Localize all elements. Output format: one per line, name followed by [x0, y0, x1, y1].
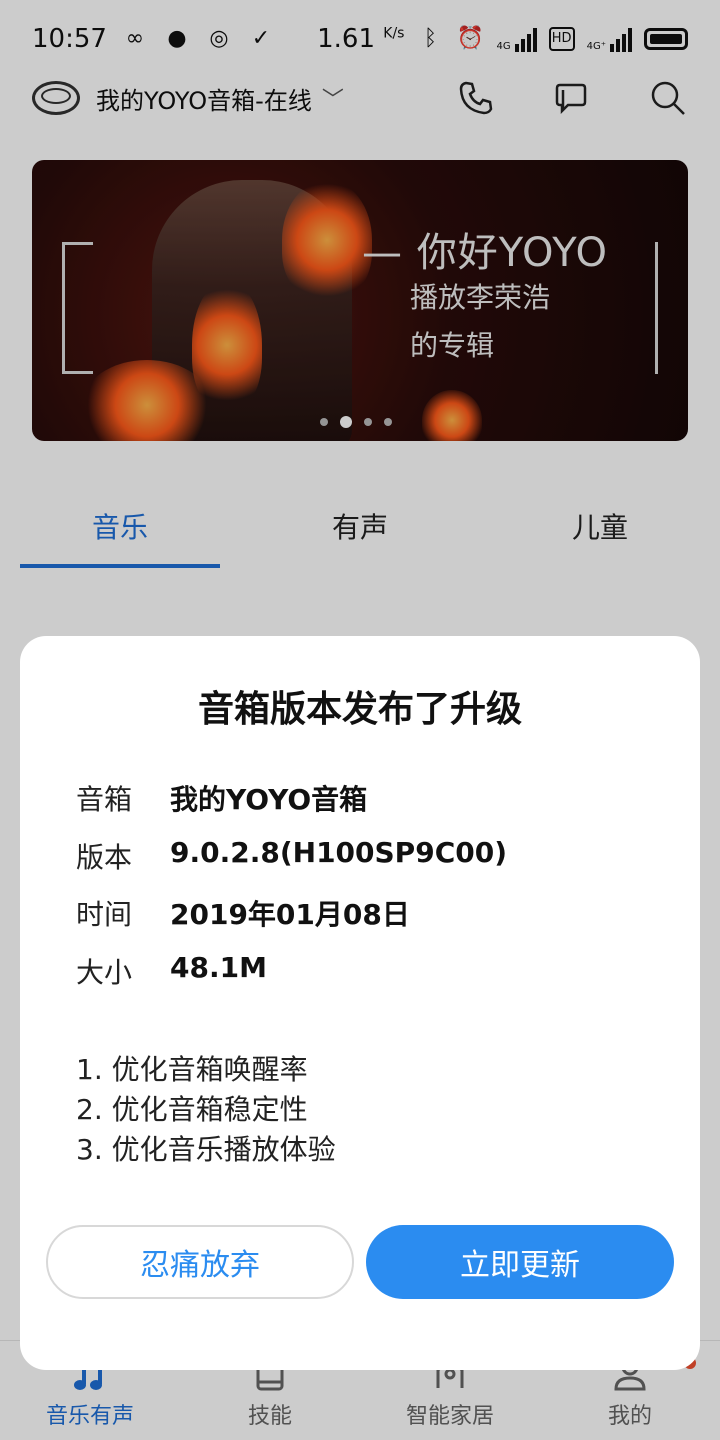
- dialog-title: 音箱版本发布了升级: [197, 689, 522, 730]
- info-value: 9.0.2.8(H100SP9C00): [170, 836, 507, 869]
- info-key: 版本: [76, 841, 133, 874]
- info-row-version: 版本 9.0.2.8(H100SP9C00): [76, 836, 507, 876]
- info-row-size: 大小 48.1M: [76, 951, 267, 991]
- release-note: 2. 优化音箱稳定性: [76, 1093, 308, 1126]
- info-value: 48.1M: [170, 951, 267, 984]
- update-now-button[interactable]: 立即更新: [366, 1225, 674, 1299]
- release-note: 3. 优化音乐播放体验: [76, 1133, 336, 1166]
- info-value: 我的YOYO音箱: [170, 783, 368, 816]
- info-key: 音箱: [76, 783, 133, 816]
- cancel-update-button[interactable]: 忍痛放弃: [46, 1225, 354, 1299]
- release-note: 1. 优化音箱唤醒率: [76, 1053, 308, 1086]
- info-row-date: 时间 2019年01月08日: [76, 893, 410, 933]
- info-row-speaker: 音箱 我的YOYO音箱: [76, 778, 367, 818]
- info-key: 大小: [76, 956, 133, 989]
- info-value: 2019年01月08日: [170, 898, 410, 931]
- info-key: 时间: [76, 898, 133, 931]
